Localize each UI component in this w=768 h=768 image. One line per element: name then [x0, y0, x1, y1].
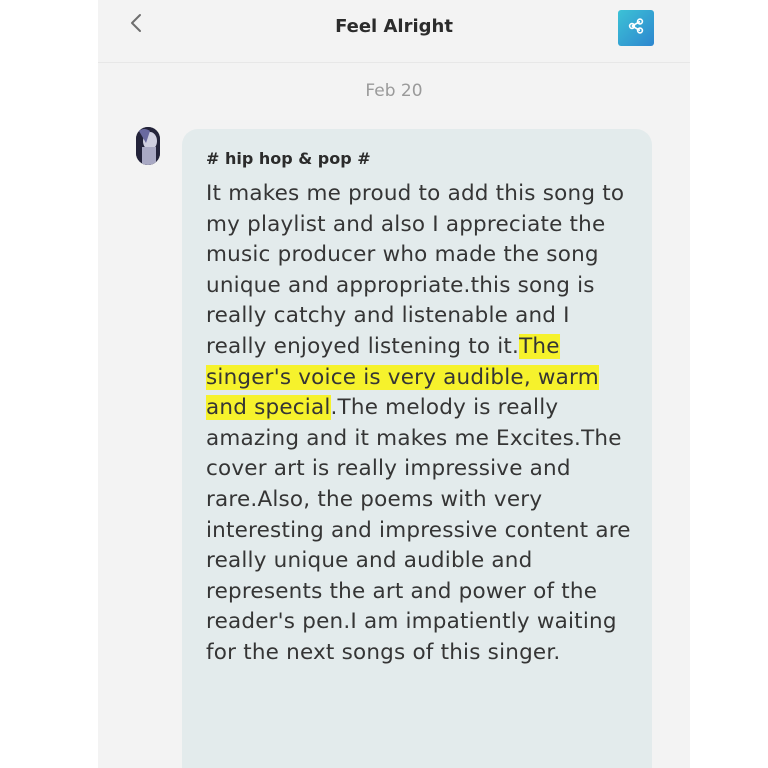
- message-text: It makes me proud to add this song to my…: [206, 179, 632, 669]
- share-button[interactable]: [618, 10, 654, 46]
- message-text-after: .The melody is really amazing and it mak…: [206, 395, 631, 665]
- top-bar: Feel Alright: [98, 0, 690, 63]
- avatar[interactable]: [136, 127, 160, 165]
- message-text-before: It makes me proud to add this song to my…: [206, 181, 625, 359]
- share-icon: [627, 17, 645, 39]
- message-bubble: # hip hop & pop # It makes me proud to a…: [182, 129, 652, 768]
- message-date: Feb 20: [365, 81, 423, 101]
- genre-tag[interactable]: # hip hop & pop #: [206, 147, 632, 171]
- phone-screen: Feel Alright Feb 20 # hip hop & pop # It: [98, 0, 690, 768]
- page-title: Feel Alright: [335, 16, 453, 37]
